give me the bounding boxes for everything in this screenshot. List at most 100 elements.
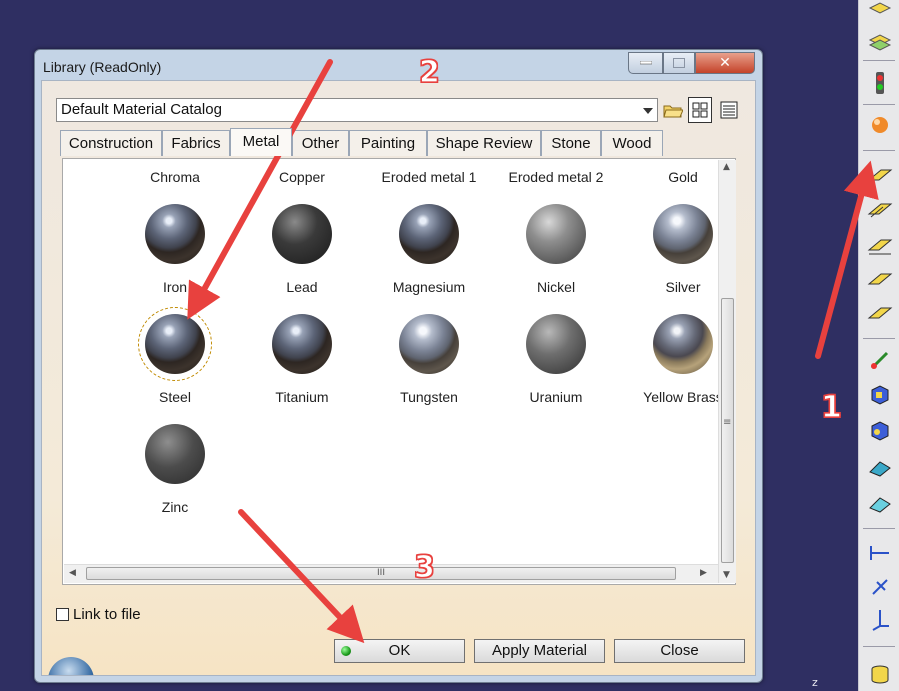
sketch-plane-icon[interactable] [867,162,893,188]
horizontal-scrollbar[interactable]: ◀ III ▶ [64,564,718,583]
icon-view-button[interactable] [688,97,712,123]
material-swatch [272,314,332,374]
stacked-planes-icon[interactable] [867,30,893,56]
dialog-title: Library (ReadOnly) [43,59,162,75]
surface-2-icon[interactable] [867,490,893,516]
sketch-plane-5-icon[interactable] [867,300,893,326]
material-label: Lead [286,279,318,295]
tab-fabrics[interactable]: Fabrics [162,130,230,156]
material-uranium[interactable]: Uranium [496,314,616,405]
tab-wood[interactable]: Wood [601,130,663,156]
scroll-grip: ≡ [723,417,732,428]
box-icon[interactable] [867,382,893,408]
axis-icon[interactable] [867,606,893,632]
material-lead[interactable]: Lead [242,204,362,295]
material-label: Chroma [150,169,200,185]
material-tungsten[interactable]: Tungsten [369,314,489,405]
tab-stone[interactable]: Stone [541,130,601,156]
tab-painting[interactable]: Painting [349,130,427,156]
library-dialog: Library (ReadOnly) ✕ Default Material Ca… [34,49,763,683]
cylinder-icon[interactable] [867,660,893,686]
right-toolbar [858,0,899,691]
plane-icon[interactable] [867,0,893,26]
traffic-light-icon[interactable] [867,70,893,96]
material-label: Eroded metal 2 [508,169,604,185]
folder-icon [663,105,683,118]
material-label: Iron [162,279,188,295]
material-chroma[interactable]: Chroma [115,159,235,185]
annotation-number-2: 2 [418,54,440,90]
material-grid: Chroma Copper Eroded metal 1 Eroded meta… [62,158,736,585]
list-view-button[interactable] [717,97,741,123]
material-label: Steel [159,389,191,405]
annotation-number-3: 3 [413,549,435,585]
material-swatch [272,204,332,264]
scroll-grip: III [377,568,385,578]
globe-icon [42,649,94,675]
material-swatch [399,314,459,374]
sketch-plane-3-icon[interactable] [867,232,893,258]
material-swatch [526,314,586,374]
material-swatch [145,204,205,264]
material-swatch [399,204,459,264]
tab-construction[interactable]: Construction [60,130,162,156]
material-label: Eroded metal 1 [381,169,477,185]
ok-button-label: OK [388,642,411,659]
scroll-down-icon[interactable]: ▼ [723,570,730,580]
sketch-plane-2-icon[interactable] [867,196,893,222]
annotation-number-1: 1 [820,389,842,425]
compass-label: z [812,676,818,689]
chevron-down-icon [643,108,653,114]
green-status-icon [341,646,351,656]
scroll-left-icon[interactable]: ◀ [69,568,76,578]
material-swatch [526,204,586,264]
material-label: Zinc [161,499,189,515]
catalog-select[interactable]: Default Material Catalog [56,98,658,122]
material-titanium[interactable]: Titanium [242,314,362,405]
tab-other[interactable]: Other [292,130,349,156]
tab-metal[interactable]: Metal [230,128,292,156]
material-label: Titanium [275,389,329,405]
surface-icon[interactable] [867,454,893,480]
dialog-body: Default Material Catalog Construction Fa… [41,80,756,676]
material-eroded-metal-1[interactable]: Eroded metal 1 [369,159,489,185]
scroll-right-icon[interactable]: ▶ [700,568,707,578]
apply-material-button[interactable]: Apply Material [474,639,605,663]
material-swatch [138,307,212,381]
material-copper[interactable]: Copper [242,159,362,185]
checkbox-box[interactable] [56,608,69,621]
horizontal-scroll-thumb[interactable]: III [86,567,676,580]
material-label: Copper [279,169,325,185]
minimize-button[interactable] [628,52,663,74]
part-icon[interactable] [867,418,893,444]
tab-shape-review[interactable]: Shape Review [427,130,541,156]
vertical-scrollbar[interactable]: ▲ ≡ ▼ [718,160,736,583]
scroll-up-icon[interactable]: ▲ [723,162,730,172]
vertical-scroll-thumb[interactable]: ≡ [721,298,734,563]
material-label: Nickel [536,279,576,295]
material-zinc[interactable]: Zinc [115,424,235,515]
material-label: Tungsten [400,389,458,405]
material-steel[interactable]: Steel [115,307,235,405]
measure-icon[interactable] [867,348,893,374]
ok-button[interactable]: OK [334,639,465,663]
open-folder-button[interactable] [661,97,685,123]
close-button[interactable]: Close [614,639,745,663]
material-nickel[interactable]: Nickel [496,204,616,295]
link-to-file-checkbox[interactable]: Link to file [56,606,141,623]
link-to-file-label: Link to file [73,606,141,623]
material-eroded-metal-2[interactable]: Eroded metal 2 [496,159,616,185]
material-iron[interactable]: Iron [115,204,235,295]
dimension-icon[interactable] [867,540,893,566]
icon-view-icon [692,102,708,118]
apply-material-icon[interactable] [867,112,893,138]
window-close-button[interactable]: ✕ [695,52,755,74]
material-swatch [653,314,713,374]
maximize-button[interactable] [663,52,695,74]
material-magnesium[interactable]: Magnesium [369,204,489,295]
material-label: Uranium [529,389,583,405]
sketch-plane-4-icon[interactable] [867,266,893,292]
constraint-icon[interactable] [867,574,893,600]
material-swatch [145,424,205,484]
material-label: Magnesium [392,279,466,295]
